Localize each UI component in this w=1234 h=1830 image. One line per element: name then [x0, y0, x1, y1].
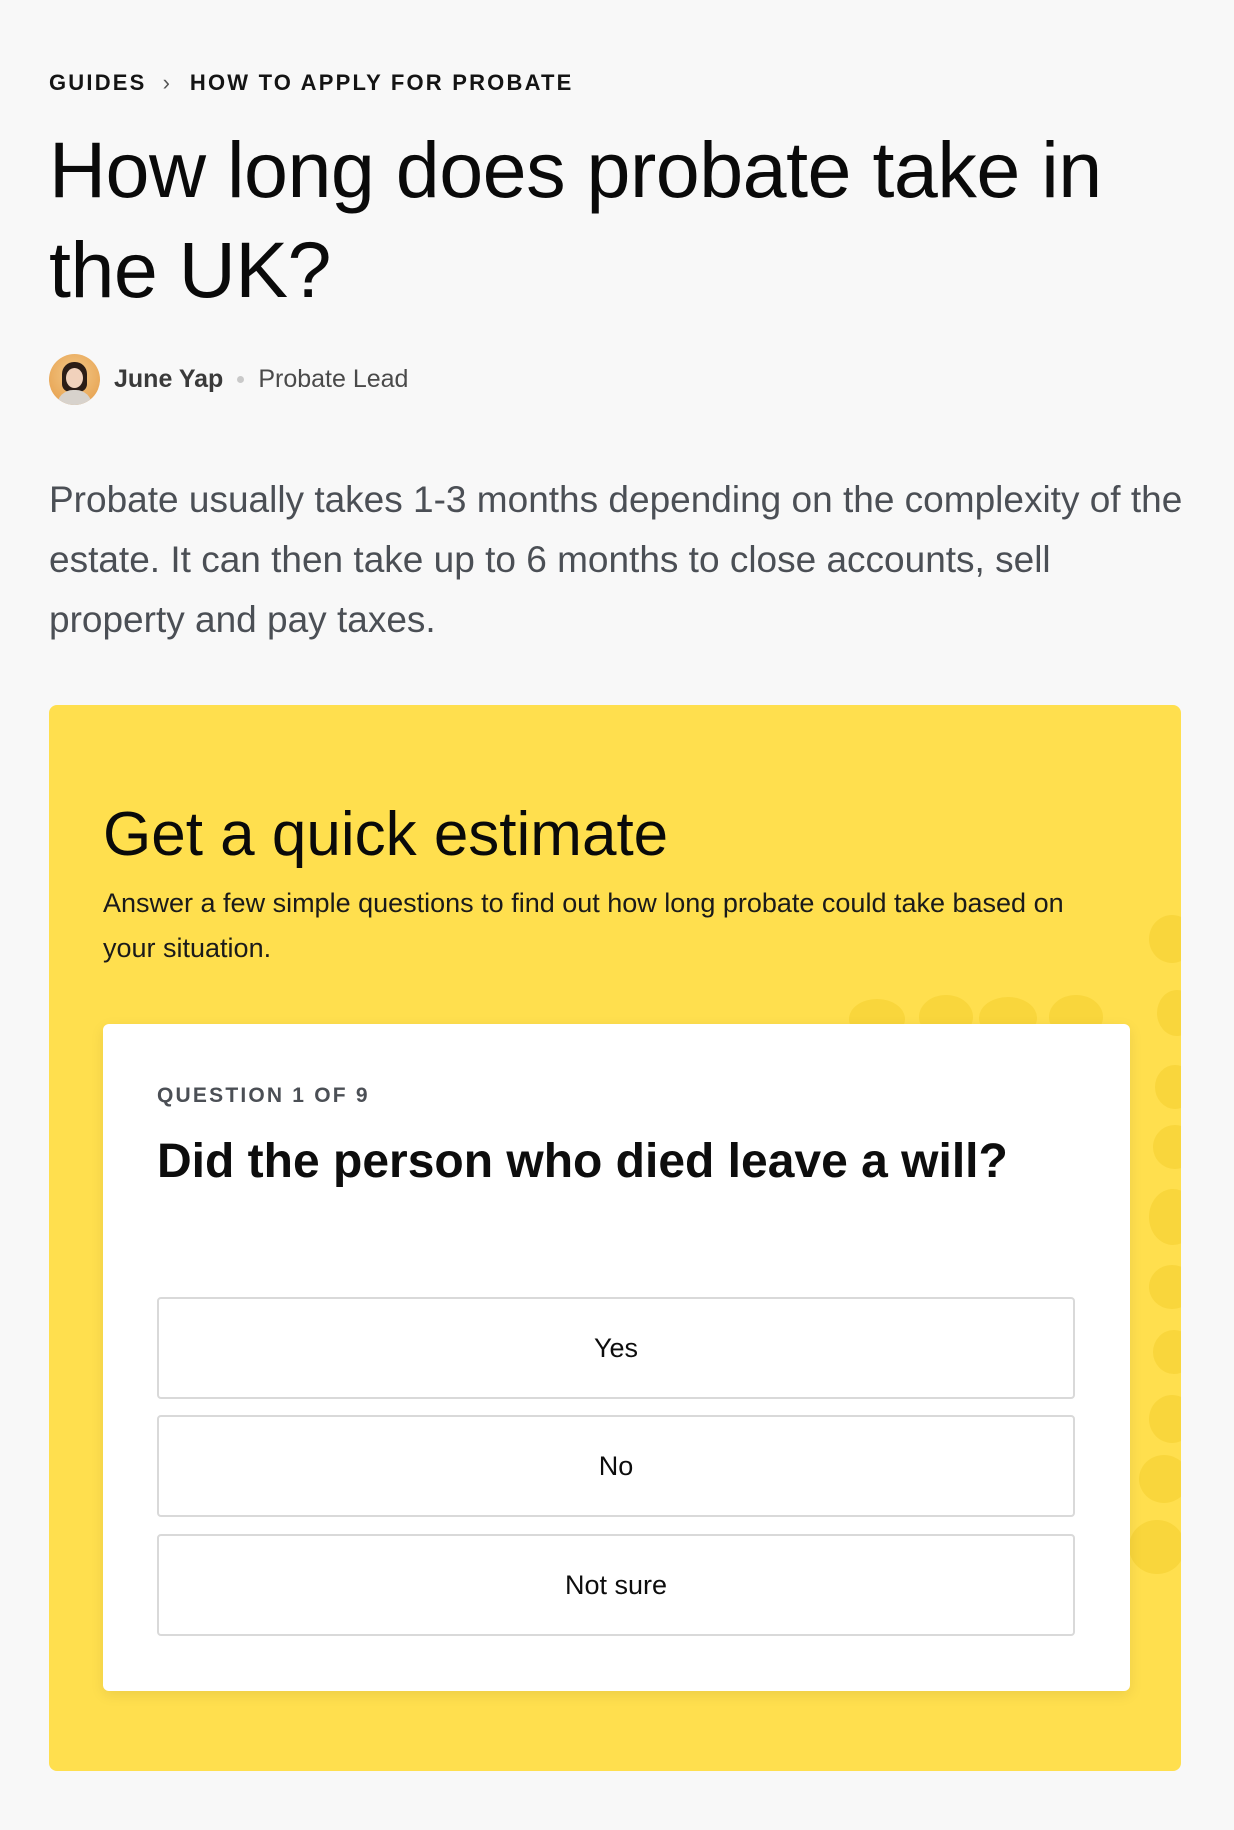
page-title: How long does probate take in the UK? — [49, 125, 1102, 314]
question-card: QUESTION 1 OF 9 Did the person who died … — [103, 1024, 1130, 1691]
intro-paragraph: Probate usually takes 1-3 months dependi… — [49, 479, 1183, 640]
decorative-blob — [1149, 915, 1181, 963]
author-avatar — [49, 354, 100, 405]
author-name[interactable]: June Yap — [114, 365, 223, 394]
estimate-subtitle: Answer a few simple questions to find ou… — [103, 888, 1064, 963]
question-text: Did the person who died leave a will? — [157, 1135, 1008, 1188]
answer-no-button[interactable]: No — [157, 1415, 1075, 1517]
decorative-blob — [1129, 1520, 1181, 1574]
author-role: Probate Lead — [258, 365, 409, 393]
quick-estimate-panel: Get a quick estimate Answer a few simple… — [49, 705, 1181, 1771]
breadcrumb-link-guides[interactable]: GUIDES — [49, 70, 147, 96]
byline-separator-dot — [237, 376, 245, 383]
decorative-blob — [1153, 1330, 1181, 1374]
breadcrumb: GUIDES › HOW TO APPLY FOR PROBATE — [49, 70, 574, 96]
decorative-blob — [1149, 1189, 1181, 1245]
answer-yes-button[interactable]: Yes — [157, 1297, 1075, 1399]
decorative-blob — [1139, 1455, 1181, 1503]
answer-not-sure-button[interactable]: Not sure — [157, 1534, 1075, 1636]
decorative-blob — [1149, 1395, 1181, 1443]
decorative-blob — [1149, 1265, 1181, 1309]
question-counter: QUESTION 1 OF 9 — [157, 1084, 370, 1107]
author-byline: June Yap Probate Lead — [49, 354, 408, 405]
decorative-blob — [1155, 1065, 1181, 1109]
decorative-blob — [1153, 1125, 1181, 1169]
decorative-blob — [1157, 990, 1181, 1036]
estimate-title: Get a quick estimate — [103, 800, 669, 869]
chevron-right-icon: › — [162, 70, 170, 95]
breadcrumb-link-how-to-apply-for-probate[interactable]: HOW TO APPLY FOR PROBATE — [190, 70, 574, 96]
